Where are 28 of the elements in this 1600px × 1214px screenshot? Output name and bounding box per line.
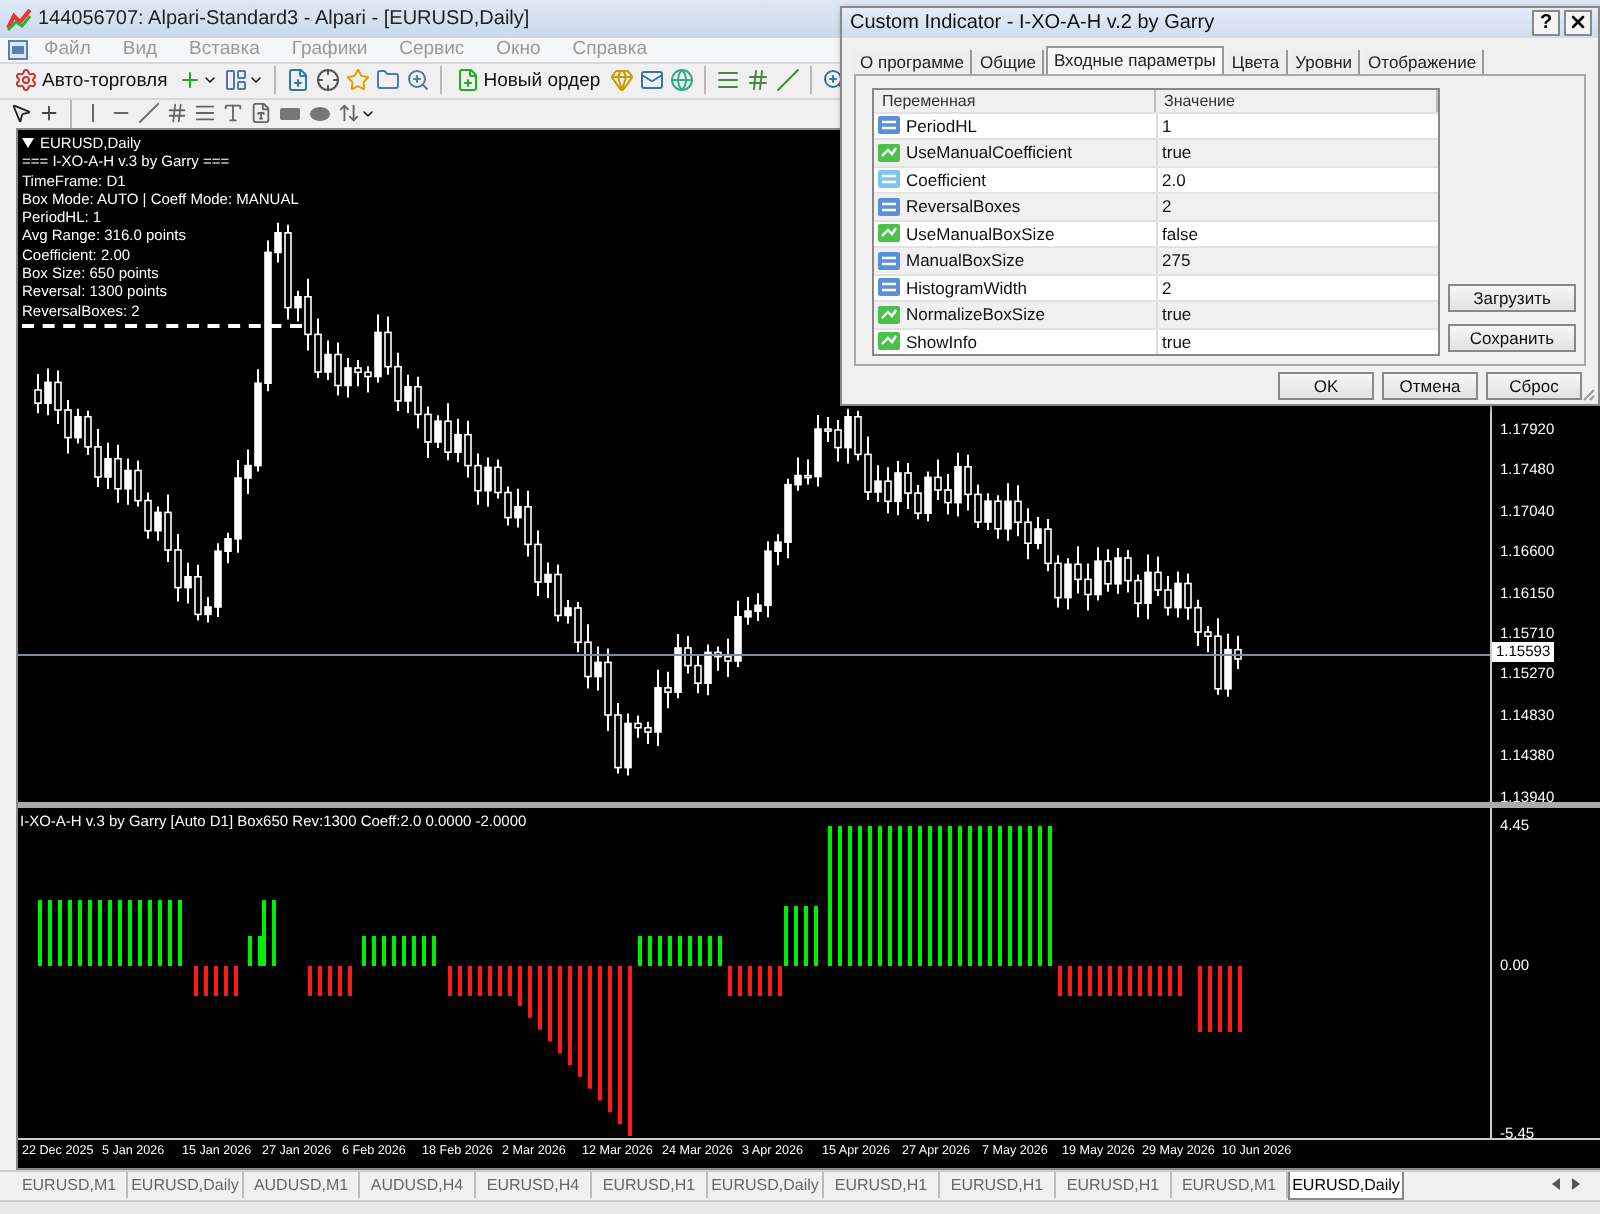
parameter-name: PeriodHL xyxy=(906,115,977,136)
dialog-tab[interactable]: Отображение xyxy=(1362,49,1485,74)
dialog-tab[interactable]: Входные параметры xyxy=(1045,45,1224,74)
side-button[interactable]: Сохранить xyxy=(1448,324,1576,353)
dialog-button[interactable]: OK xyxy=(1278,371,1374,400)
dialog-button[interactable]: Отмена xyxy=(1382,371,1478,400)
auto-trading-button[interactable]: Авто-торговля xyxy=(8,64,174,97)
parameter-value[interactable]: true xyxy=(1156,329,1438,355)
dialog-title: Custom Indicator - I-XO-A-H v.2 by Garry xyxy=(850,11,1215,34)
chart-tab[interactable]: EURUSD,Daily xyxy=(708,1171,824,1198)
parameter-name: ReversalBoxes xyxy=(906,196,1021,217)
help-button[interactable]: ? xyxy=(1532,9,1560,36)
chart-tab[interactable]: EURUSD,Daily xyxy=(1288,1171,1404,1200)
parameter-name: UseManualBoxSize xyxy=(906,223,1055,244)
dialog-button[interactable]: Сброс xyxy=(1486,371,1582,400)
parameter-name: ManualBoxSize xyxy=(906,250,1025,271)
new-order-button[interactable]: Новый ордер xyxy=(449,64,607,97)
parameter-name: NormalizeBoxSize xyxy=(906,304,1045,325)
dialog-tab[interactable]: О программе xyxy=(854,49,973,74)
window-title: 144056707: Alpari-Standard3 - Alpari - [EURUSD,Daily] xyxy=(38,8,530,31)
side-button[interactable]: Загрузить xyxy=(1448,284,1576,313)
parameter-name: Coefficient xyxy=(906,169,987,190)
dialog-tab[interactable]: Общие xyxy=(974,49,1044,74)
chart-tab[interactable]: EURUSD,Daily xyxy=(128,1171,244,1198)
parameter-name: HistogramWidth xyxy=(906,277,1027,298)
parameter-name: UseManualCoefficient xyxy=(906,142,1072,163)
parameter-name: ShowInfo xyxy=(906,331,977,352)
dialog-tab[interactable]: Уровни xyxy=(1289,49,1361,74)
